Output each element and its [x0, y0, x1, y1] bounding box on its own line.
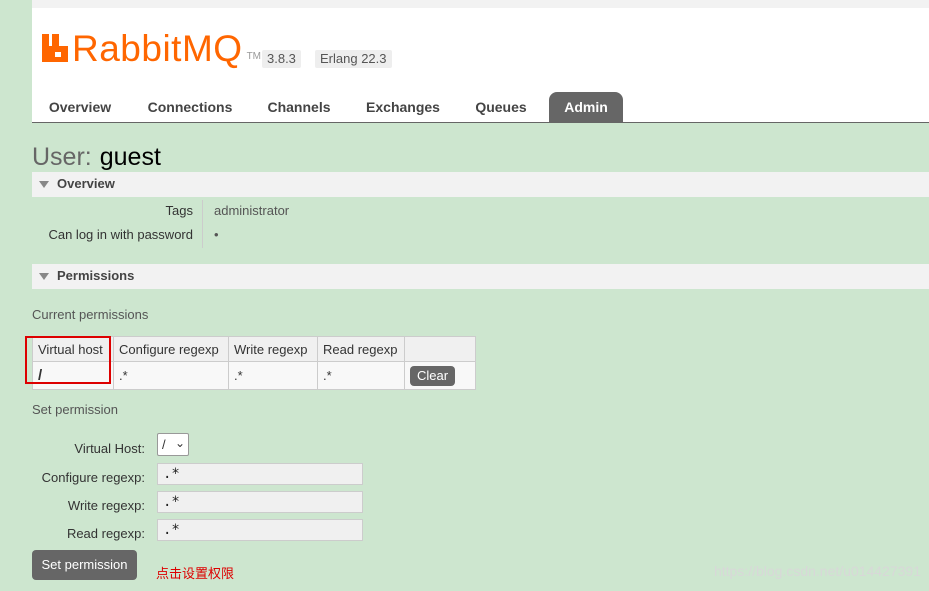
- permissions-heading: Permissions: [57, 268, 135, 283]
- col-write-regexp: Write regexp: [228, 336, 318, 362]
- page-title-prefix: User:: [32, 143, 92, 171]
- col-configure-regexp: Configure regexp: [113, 336, 229, 362]
- kv-divider: [202, 200, 203, 248]
- header: RabbitMQ TM 3.8.3 Erlang 22.3 Overview C…: [32, 8, 929, 122]
- login-label: Can log in with password: [48, 227, 193, 242]
- tab-connections[interactable]: Connections: [132, 92, 248, 122]
- user-name: guest: [99, 143, 161, 171]
- overview-section-header[interactable]: Overview: [32, 172, 929, 197]
- vhost-field-label: Virtual Host:: [74, 441, 145, 456]
- annotation-text: 点击设置权限: [156, 566, 235, 581]
- browser-strip: [32, 0, 929, 8]
- version-badge: 3.8.3: [262, 50, 301, 68]
- tags-value: administrator: [214, 203, 290, 218]
- tab-underline: [32, 122, 929, 123]
- configure-regexp-input[interactable]: .*: [157, 463, 363, 485]
- brand-name: RabbitMQ: [72, 28, 243, 69]
- rabbitmq-logo: RabbitMQ TM: [42, 28, 262, 69]
- overview-heading: Overview: [57, 176, 115, 191]
- col-actions: [404, 336, 476, 362]
- nav-tabs: Overview Connections Channels Exchanges …: [32, 92, 929, 122]
- write-field-label: Write regexp:: [67, 498, 145, 513]
- cell-action: Clear: [404, 361, 476, 390]
- watermark: https://blog.csdn.net/u014427391: [713, 563, 921, 579]
- permissions-section-header[interactable]: Permissions: [32, 264, 929, 289]
- read-regexp-input[interactable]: .*: [157, 519, 363, 541]
- page-title: User: guest: [32, 143, 161, 172]
- cell-configure: .*: [113, 361, 229, 390]
- rabbit-logo-icon: [42, 34, 68, 62]
- cell-write: .*: [228, 361, 318, 390]
- set-permission-label: Set permission: [32, 402, 118, 417]
- write-regexp-input[interactable]: .*: [157, 491, 363, 513]
- tab-admin[interactable]: Admin: [549, 92, 623, 122]
- col-read-regexp: Read regexp: [317, 336, 405, 362]
- clear-button[interactable]: Clear: [410, 365, 456, 386]
- vhost-select[interactable]: / ⌄: [157, 433, 189, 456]
- brand-tm: TM: [246, 51, 262, 62]
- set-permission-button[interactable]: Set permission: [32, 550, 137, 580]
- current-permissions-label: Current permissions: [32, 307, 149, 322]
- tags-label: Tags: [165, 203, 193, 218]
- chevron-down-icon: ⌄: [174, 436, 185, 450]
- collapse-triangle-icon: [39, 273, 49, 280]
- tab-queues[interactable]: Queues: [460, 92, 542, 122]
- erlang-badge: Erlang 22.3: [315, 50, 392, 68]
- tab-channels[interactable]: Channels: [252, 92, 346, 122]
- login-value: •: [214, 227, 219, 242]
- virtual-host-highlight-box: [25, 336, 111, 384]
- vhost-select-value: /: [162, 437, 166, 452]
- tab-overview[interactable]: Overview: [32, 92, 128, 122]
- configure-field-label: Configure regexp:: [41, 470, 145, 485]
- tab-exchanges[interactable]: Exchanges: [350, 92, 456, 122]
- read-field-label: Read regexp:: [66, 526, 145, 541]
- cell-read: .*: [317, 361, 405, 390]
- collapse-triangle-icon: [39, 181, 49, 188]
